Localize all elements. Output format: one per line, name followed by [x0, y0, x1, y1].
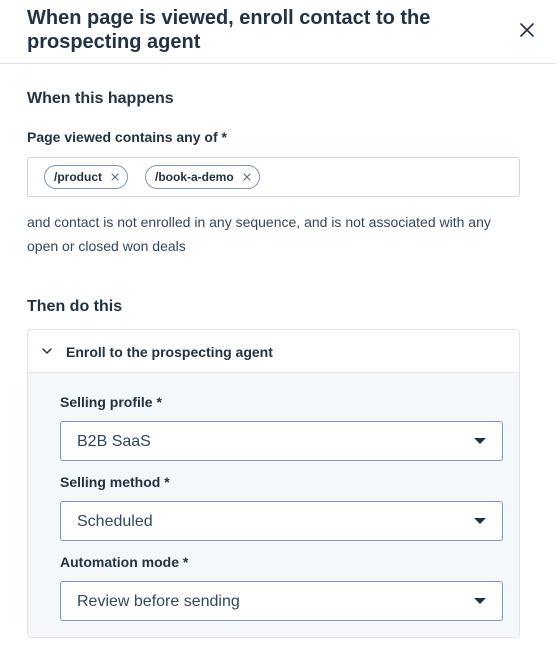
action-heading: Then do this: [27, 298, 123, 315]
tag-remove-button[interactable]: [111, 173, 119, 181]
selling-profile-value: B2B SaaS: [77, 433, 151, 450]
selling-method-value: Scheduled: [77, 513, 153, 530]
caret-down-icon: [474, 598, 486, 604]
automation-mode-label: Automation mode *: [60, 554, 189, 570]
tag-chip: /product: [44, 165, 128, 189]
action-card: Enroll to the prospecting agent Selling …: [27, 329, 520, 638]
remove-icon: [243, 173, 251, 181]
action-card-header[interactable]: Enroll to the prospecting agent: [28, 330, 519, 373]
selling-method-label: Selling method *: [60, 474, 170, 490]
remove-icon: [111, 173, 119, 181]
tag-chip: /book-a-demo: [145, 165, 260, 189]
selling-profile-label: Selling profile *: [60, 394, 162, 410]
close-icon: [520, 23, 534, 37]
chevron-down-icon: [42, 348, 52, 354]
selling-method-select[interactable]: Scheduled: [60, 501, 503, 541]
caret-down-icon: [474, 518, 486, 524]
tag-remove-button[interactable]: [243, 173, 251, 181]
close-button[interactable]: [515, 18, 539, 42]
selling-profile-select[interactable]: B2B SaaS: [60, 421, 503, 461]
trigger-heading: When this happens: [27, 90, 174, 107]
automation-mode-select[interactable]: Review before sending: [60, 581, 503, 621]
page-viewed-input[interactable]: /product /book-a-demo: [27, 157, 520, 197]
tag-label: /book-a-demo: [155, 170, 234, 184]
action-card-title: Enroll to the prospecting agent: [66, 344, 273, 360]
panel-header: When page is viewed, enroll contact to t…: [0, 0, 556, 64]
automation-mode-value: Review before sending: [77, 593, 240, 610]
tag-label: /product: [54, 170, 102, 184]
panel-title: When page is viewed, enroll contact to t…: [27, 7, 431, 53]
caret-down-icon: [474, 438, 486, 444]
condition-text: and contact is not enrolled in any seque…: [27, 214, 491, 254]
page-viewed-label: Page viewed contains any of *: [27, 129, 227, 145]
action-card-body: Selling profile * B2B SaaS Selling metho…: [28, 373, 519, 637]
